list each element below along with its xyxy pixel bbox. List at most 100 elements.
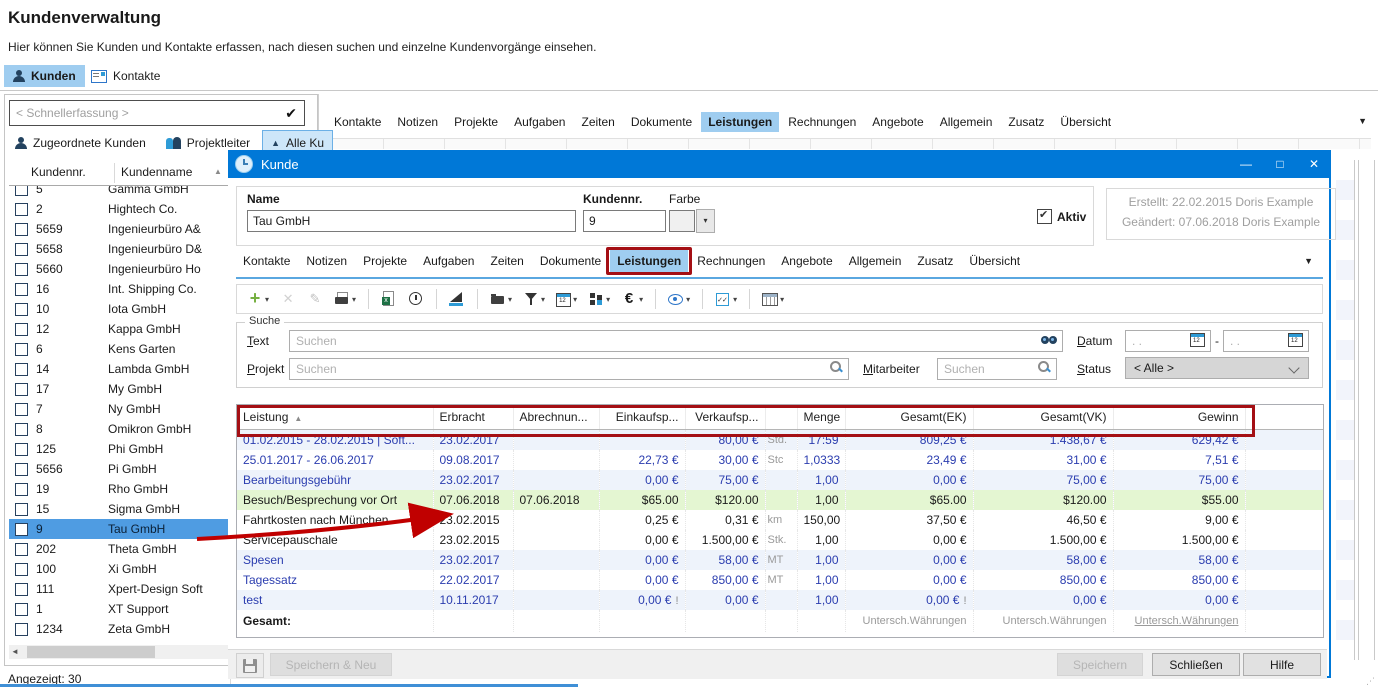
magnifier-icon[interactable] — [1038, 361, 1051, 374]
tab-kontakte[interactable]: Kontakte — [327, 112, 388, 132]
calendar-icon[interactable] — [1190, 333, 1205, 347]
row-checkbox[interactable] — [15, 563, 28, 576]
tab-leistungen[interactable]: Leistungen — [610, 250, 688, 272]
caret-down-icon[interactable]: ▾ — [639, 295, 643, 304]
date-from-input[interactable]: . . — [1125, 330, 1211, 352]
close-button[interactable]: Schließen — [1152, 653, 1240, 676]
projekt-search-input[interactable]: Suchen — [289, 358, 849, 380]
leistung-row[interactable]: Bearbeitungsgebühr23.02.20170,00 €75,00 … — [237, 470, 1323, 490]
caret-down-icon[interactable]: ▾ — [573, 295, 577, 304]
tab-zeiten[interactable]: Zeiten — [574, 112, 621, 132]
row-checkbox[interactable] — [15, 423, 28, 436]
row-checkbox[interactable] — [15, 523, 28, 536]
row-checkbox[interactable] — [15, 463, 28, 476]
row-checkbox[interactable] — [15, 443, 28, 456]
leistung-row[interactable]: 01.02.2015 - 28.02.2015 | Soft...23.02.2… — [237, 430, 1323, 451]
chevron-down-icon[interactable]: ▼ — [1304, 256, 1313, 266]
close-icon[interactable]: ✕ — [1297, 150, 1331, 178]
gewinn-summary[interactable]: Untersch.Währungen — [1113, 610, 1245, 632]
excel-button[interactable] — [379, 287, 399, 311]
col-einkaufspreis[interactable]: Einkaufsp... — [599, 405, 685, 430]
tab-allgemein[interactable]: Allgemein — [933, 112, 1000, 132]
tab-notizen[interactable]: Notizen — [390, 112, 445, 132]
row-checkbox[interactable] — [15, 403, 28, 416]
folder-button[interactable]: ▾ — [488, 287, 514, 311]
magnifier-icon[interactable] — [830, 361, 843, 374]
help-button[interactable]: Hilfe — [1243, 653, 1321, 676]
leistung-row[interactable]: 25.01.2017 - 26.06.201709.08.201722,73 €… — [237, 450, 1323, 470]
delete-button[interactable]: ✕ — [278, 287, 298, 311]
text-search-input[interactable]: Suchen — [289, 330, 1063, 352]
col-erbracht[interactable]: Erbracht — [433, 405, 513, 430]
print-button[interactable]: ▾ — [332, 287, 358, 311]
tab-aufgaben[interactable]: Aufgaben — [507, 112, 572, 132]
tab-kontakte[interactable]: Kontakte — [82, 65, 169, 87]
tab-dokumente[interactable]: Dokumente — [533, 250, 608, 272]
leistung-row[interactable]: Spesen23.02.20170,00 €58,00 €MT1,000,00 … — [237, 550, 1323, 570]
row-checkbox[interactable] — [15, 303, 28, 316]
save-and-new-button[interactable]: Speichern & Neu — [270, 653, 392, 676]
mitarbeiter-search-input[interactable]: Suchen — [937, 358, 1057, 380]
minimize-icon[interactable]: — — [1229, 150, 1263, 178]
add-button[interactable]: +▾ — [245, 287, 271, 311]
name-field[interactable]: Tau GmbH — [247, 210, 576, 232]
eye-button[interactable]: ▾ — [666, 287, 692, 311]
assigned-customers-button[interactable]: Zugeordnete Kunden — [7, 131, 154, 155]
caret-down-icon[interactable]: ▾ — [606, 295, 610, 304]
tab-projekte[interactable]: Projekte — [356, 250, 414, 272]
col-einheit[interactable] — [765, 405, 797, 430]
row-checkbox[interactable] — [15, 263, 28, 276]
edit-button[interactable]: ✎ — [305, 287, 325, 311]
col-leistung[interactable]: Leistung▲ — [237, 405, 433, 430]
row-checkbox[interactable] — [15, 223, 28, 236]
euro-button[interactable]: €▾ — [619, 287, 645, 311]
date-to-input[interactable]: . . — [1223, 330, 1309, 352]
clock-button[interactable] — [406, 287, 426, 311]
caret-down-icon[interactable]: ▾ — [508, 295, 512, 304]
leistung-row[interactable]: Besuch/Besprechung vor Ort07.06.201807.0… — [237, 490, 1323, 510]
tab-rechnungen[interactable]: Rechnungen — [690, 250, 772, 272]
tab-übersicht[interactable]: Übersicht — [962, 250, 1027, 272]
row-checkbox[interactable] — [15, 503, 28, 516]
calendar-icon[interactable] — [1288, 333, 1303, 347]
tab-zusatz[interactable]: Zusatz — [910, 250, 960, 272]
chevron-down-icon[interactable]: ▼ — [1358, 116, 1367, 126]
tab-dokumente[interactable]: Dokumente — [624, 112, 699, 132]
leistung-row[interactable]: Servicepauschale23.02.20150,00 €1.500,00… — [237, 530, 1323, 550]
aktiv-checkbox[interactable]: Aktiv — [1037, 209, 1086, 224]
row-checkbox[interactable] — [15, 203, 28, 216]
tab-notizen[interactable]: Notizen — [299, 250, 354, 272]
status-select[interactable]: < Alle > — [1125, 357, 1309, 379]
row-checkbox[interactable] — [15, 623, 28, 636]
tab-aufgaben[interactable]: Aufgaben — [416, 250, 481, 272]
table-button[interactable]: ▾ — [760, 287, 786, 311]
color-dropdown-button[interactable]: ▾ — [696, 209, 715, 233]
scrollbar-thumb[interactable] — [27, 646, 155, 658]
binoculars-icon[interactable] — [1041, 336, 1057, 345]
caret-down-icon[interactable]: ▾ — [352, 295, 356, 304]
check-icon[interactable]: ✔ — [285, 105, 304, 122]
resize-grip[interactable]: ⋰ — [1366, 676, 1376, 686]
blocks-button[interactable]: ▾ — [586, 287, 612, 311]
col-kundennr[interactable]: Kundennr. — [31, 165, 86, 179]
col-abrechnung[interactable]: Abrechnun... — [513, 405, 599, 430]
tab-kontakte[interactable]: Kontakte — [236, 250, 297, 272]
row-checkbox[interactable] — [15, 543, 28, 556]
tab-zeiten[interactable]: Zeiten — [483, 250, 530, 272]
row-checkbox[interactable] — [15, 283, 28, 296]
check-button[interactable]: ▾ — [713, 287, 739, 311]
col-gesamt-vk[interactable]: Gesamt(VK) — [973, 405, 1113, 430]
tab-zusatz[interactable]: Zusatz — [1001, 112, 1051, 132]
color-swatch[interactable] — [669, 210, 695, 232]
kundennr-field[interactable]: 9 — [583, 210, 666, 232]
table-header-row[interactable]: Leistung▲ Erbracht Abrechnun... Einkaufs… — [237, 405, 1323, 430]
tab-kunden[interactable]: Kunden — [4, 65, 85, 87]
maximize-icon[interactable]: □ — [1263, 150, 1297, 178]
col-menge[interactable]: Menge — [797, 405, 845, 430]
caret-down-icon[interactable]: ▾ — [733, 295, 737, 304]
col-gewinn[interactable]: Gewinn — [1113, 405, 1245, 430]
scroll-left-icon[interactable]: ◄ — [11, 647, 19, 656]
tab-allgemein[interactable]: Allgemein — [842, 250, 909, 272]
tab-leistungen[interactable]: Leistungen — [701, 112, 779, 132]
col-verkaufspreis[interactable]: Verkaufsp... — [685, 405, 765, 430]
